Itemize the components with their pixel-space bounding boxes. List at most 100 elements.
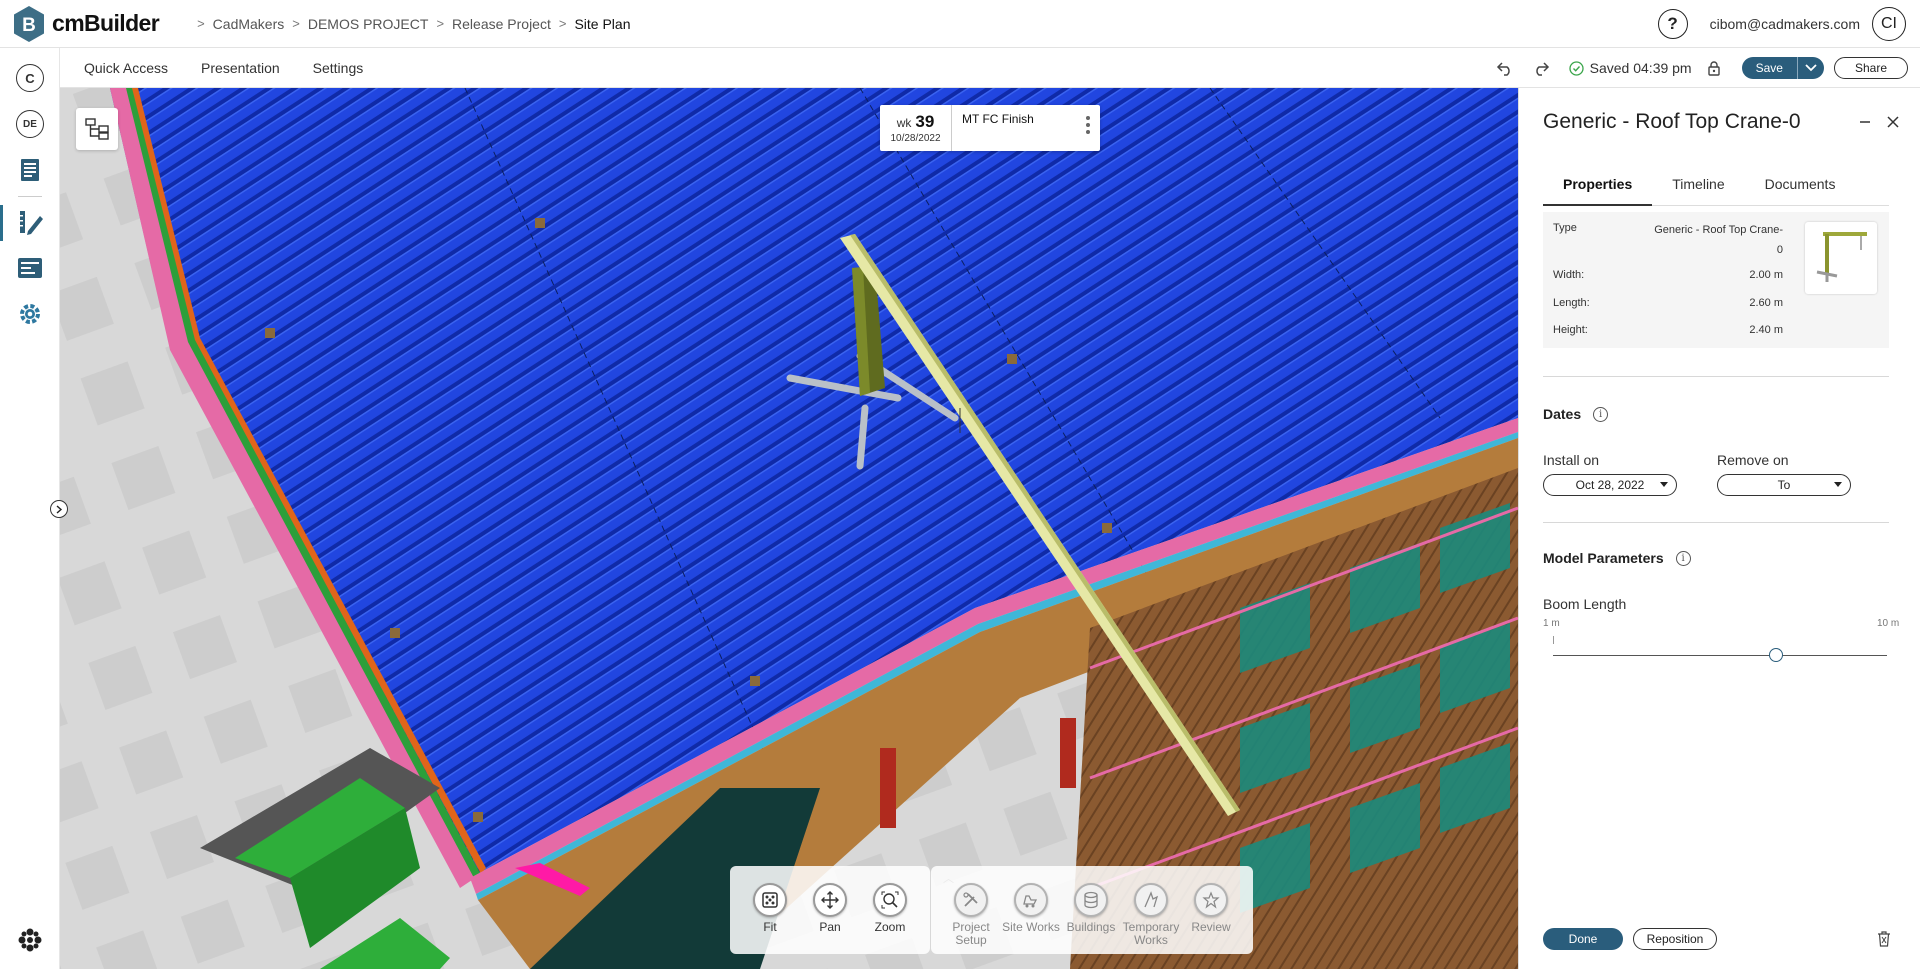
panel-title: Generic - Roof Top Crane-0 bbox=[1543, 110, 1801, 133]
org-avatar[interactable]: C bbox=[16, 64, 44, 92]
pan-button[interactable]: Pan bbox=[800, 883, 860, 934]
tab-properties[interactable]: Properties bbox=[1543, 176, 1653, 206]
tab-documents[interactable]: Documents bbox=[1745, 176, 1856, 206]
check-circle-icon bbox=[1568, 60, 1584, 76]
lock-icon[interactable] bbox=[1700, 54, 1728, 82]
type-label: Type bbox=[1553, 222, 1577, 234]
schedule-board-icon[interactable] bbox=[16, 254, 44, 282]
3d-viewport[interactable]: wk 39 10/28/2022 MT FC Finish ︿ Fit Pan … bbox=[60, 88, 1518, 969]
crane-preview-icon bbox=[1816, 232, 1867, 282]
fit-button[interactable]: Fit bbox=[740, 883, 800, 934]
breadcrumb-org[interactable]: CadMakers bbox=[213, 16, 285, 32]
boom-length-slider-handle[interactable] bbox=[1768, 648, 1783, 662]
save-status: Saved 04:39 pm bbox=[1568, 60, 1692, 76]
model-tree-button[interactable] bbox=[76, 108, 118, 150]
week-indicator: wk 39 10/28/2022 bbox=[880, 105, 952, 151]
boom-length-label: Boom Length bbox=[1543, 596, 1627, 612]
info-icon[interactable]: i bbox=[1593, 406, 1609, 422]
more-vertical-icon[interactable] bbox=[1086, 116, 1090, 137]
review-button[interactable]: Review bbox=[1181, 883, 1241, 934]
save-button[interactable]: Save bbox=[1742, 57, 1798, 79]
user-email[interactable]: cibom@cadmakers.com bbox=[1710, 16, 1860, 32]
menu-settings[interactable]: Settings bbox=[313, 60, 364, 76]
project-setup-label: Project Setup bbox=[952, 920, 990, 947]
length-value: 2.60 m bbox=[1749, 297, 1783, 309]
buildings-button[interactable]: Buildings bbox=[1061, 883, 1121, 934]
saved-time: Saved 04:39 pm bbox=[1589, 60, 1692, 76]
section-divider bbox=[1543, 522, 1889, 523]
close-icon[interactable] bbox=[1881, 110, 1905, 134]
remove-date-value: To bbox=[1777, 478, 1791, 492]
trash-icon[interactable] bbox=[1873, 928, 1895, 950]
temporary-works-button[interactable]: Temporary Works bbox=[1121, 883, 1181, 947]
buildings-label: Buildings bbox=[1066, 920, 1116, 934]
week-date: 10/28/2022 bbox=[890, 133, 941, 144]
height-label: Height: bbox=[1553, 324, 1588, 336]
logo-letter: B bbox=[22, 15, 36, 36]
user-avatar[interactable]: CI bbox=[1872, 7, 1906, 41]
chevron-right-icon: > bbox=[436, 16, 445, 31]
rail-active-indicator bbox=[0, 205, 3, 241]
chevron-right-icon bbox=[56, 504, 63, 514]
dates-section-title: Dates i bbox=[1543, 406, 1609, 422]
dates-title: Dates bbox=[1543, 406, 1582, 422]
site-works-label: Site Works bbox=[1002, 920, 1060, 934]
pan-icon bbox=[813, 883, 847, 917]
slider-min-tick bbox=[1553, 636, 1554, 644]
site-works-button[interactable]: Site Works bbox=[1001, 883, 1061, 934]
section-divider bbox=[1543, 376, 1889, 377]
crane-thumbnail bbox=[1805, 222, 1877, 294]
pan-label: Pan bbox=[819, 920, 841, 934]
review-label: Review bbox=[1191, 920, 1231, 934]
pencil-ruler-icon[interactable] bbox=[16, 208, 44, 236]
site-model-render[interactable] bbox=[60, 88, 1518, 969]
model-params-section-title: Model Parameters i bbox=[1543, 550, 1691, 566]
apps-grid-icon[interactable] bbox=[16, 926, 44, 954]
menu-presentation[interactable]: Presentation bbox=[201, 60, 280, 76]
app-logo[interactable]: B cmBuilder bbox=[12, 5, 160, 43]
done-button[interactable]: Done bbox=[1543, 928, 1623, 950]
save-split-button: Save bbox=[1741, 57, 1824, 79]
type-value: Generic - Roof Top Crane-0 bbox=[1654, 224, 1783, 256]
document-icon[interactable] bbox=[16, 156, 44, 184]
zoom-label: Zoom bbox=[874, 920, 906, 934]
gear-icon[interactable] bbox=[16, 300, 44, 328]
slider-max-label: 10 m bbox=[1877, 618, 1900, 629]
project-avatar[interactable]: DE bbox=[16, 110, 44, 138]
share-button[interactable]: Share bbox=[1833, 57, 1908, 79]
remove-date-select[interactable]: To bbox=[1717, 474, 1851, 496]
undo-icon[interactable] bbox=[1491, 54, 1519, 82]
buildings-icon bbox=[1074, 883, 1108, 917]
redo-icon[interactable] bbox=[1527, 54, 1555, 82]
zoom-icon bbox=[873, 883, 907, 917]
help-button[interactable]: ? bbox=[1657, 9, 1688, 39]
top-right-controls: ? cibom@cadmakers.com CI bbox=[1657, 7, 1906, 41]
expand-panel-button[interactable] bbox=[50, 500, 68, 518]
slider-min-label: 1 m bbox=[1543, 618, 1560, 629]
info-icon[interactable]: i bbox=[1675, 550, 1691, 566]
project-setup-button[interactable]: Project Setup bbox=[941, 883, 1001, 947]
properties-panel: Generic - Roof Top Crane-0 Properties Ti… bbox=[1518, 88, 1920, 969]
timeline-week-card[interactable]: wk 39 10/28/2022 MT FC Finish bbox=[880, 105, 1100, 151]
install-date-select[interactable]: Oct 28, 2022 bbox=[1543, 474, 1677, 496]
minimize-icon[interactable] bbox=[1853, 110, 1877, 134]
breadcrumb-release[interactable]: Release Project bbox=[452, 16, 551, 32]
zoom-button[interactable]: Zoom bbox=[860, 883, 920, 934]
app-name: cmBuilder bbox=[52, 10, 160, 36]
site-works-icon bbox=[1014, 883, 1048, 917]
milestone-title: MT FC Finish bbox=[962, 112, 1034, 126]
tab-timeline[interactable]: Timeline bbox=[1652, 176, 1744, 206]
chevron-down-icon[interactable] bbox=[1798, 64, 1824, 72]
reposition-button[interactable]: Reposition bbox=[1633, 928, 1717, 950]
breadcrumb-project[interactable]: DEMOS PROJECT bbox=[308, 16, 429, 32]
navigation-toolbar: Fit Pan Zoom bbox=[730, 866, 930, 954]
week-number: 39 bbox=[915, 112, 935, 131]
mode-toolbar: Project Setup Site Works Buildings Tempo… bbox=[931, 866, 1253, 954]
chevron-right-icon: > bbox=[197, 16, 205, 31]
width-label: Width: bbox=[1553, 269, 1585, 281]
panel-tabs: Properties Timeline Documents bbox=[1543, 176, 1889, 206]
breadcrumb: > CadMakers > DEMOS PROJECT > Release Pr… bbox=[189, 16, 630, 32]
boom-length-track[interactable] bbox=[1553, 655, 1887, 656]
menu-quick-access[interactable]: Quick Access bbox=[84, 60, 168, 76]
install-on-label: Install on bbox=[1543, 452, 1600, 468]
